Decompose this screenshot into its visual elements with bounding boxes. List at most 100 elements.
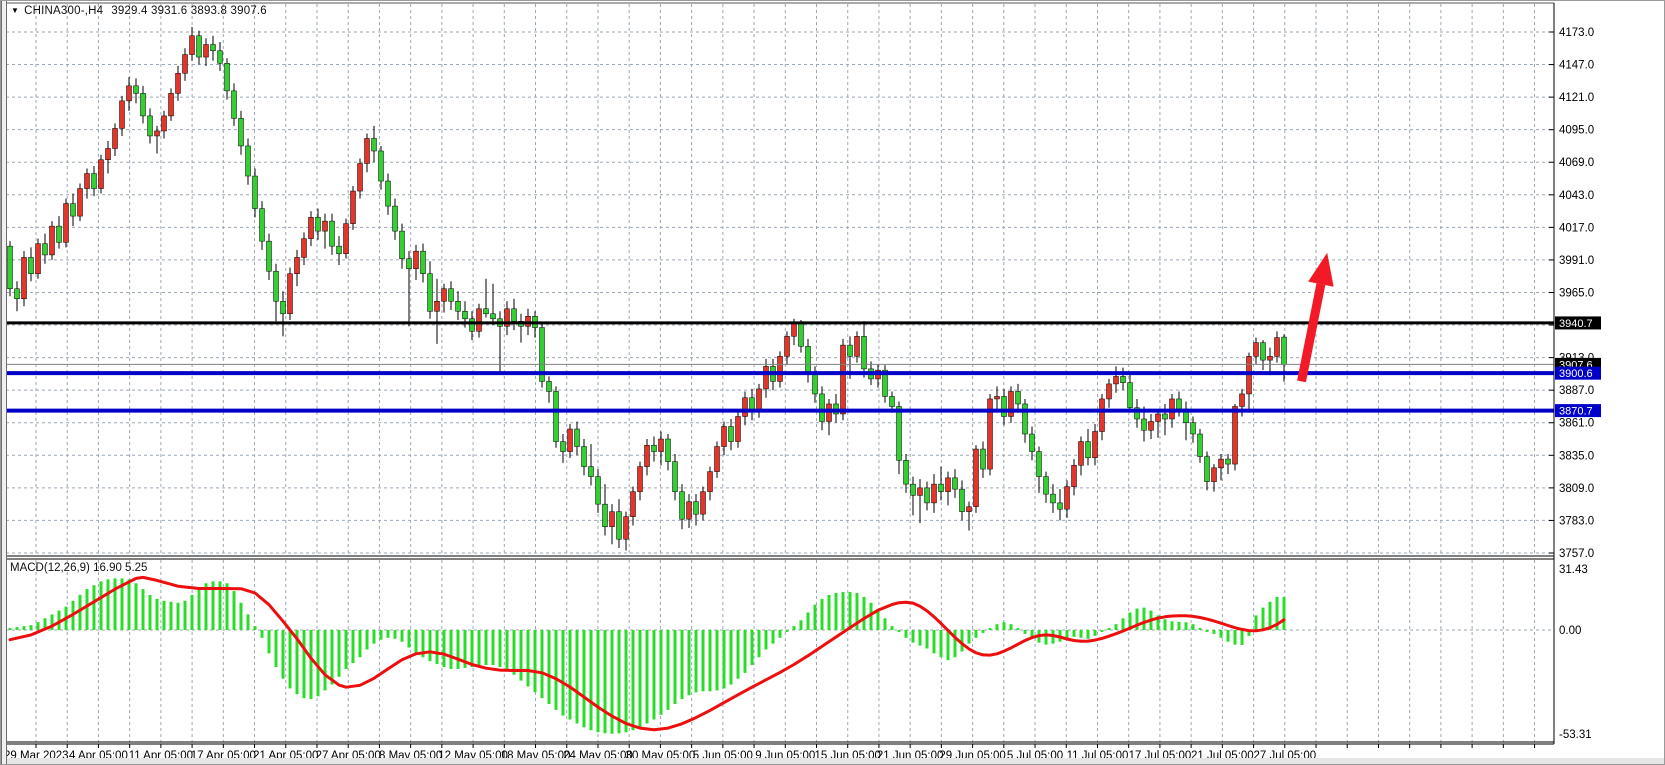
candle-up	[659, 439, 664, 452]
y-axis-label: 3835.0	[1559, 450, 1594, 462]
y-axis-label: 4147.0	[1559, 60, 1594, 72]
candle-up	[792, 324, 797, 337]
candle-up	[1219, 459, 1224, 468]
candle-down	[428, 274, 433, 312]
candle-up	[85, 174, 90, 189]
candle-down	[680, 492, 685, 520]
candle-down	[134, 86, 139, 94]
candle-up	[106, 148, 111, 159]
y-axis: 4173.04147.04121.04095.04069.04043.04017…	[1549, 27, 1594, 741]
candle-up	[1247, 356, 1252, 394]
candle-up	[183, 55, 188, 74]
y-axis-label: 4043.0	[1559, 190, 1594, 202]
candle-up	[610, 512, 615, 527]
candle-down	[547, 381, 552, 391]
candle-up	[1233, 406, 1238, 464]
candle-down	[925, 488, 930, 503]
candle-down	[1016, 391, 1021, 404]
candle-down	[281, 301, 286, 314]
candle-down	[148, 116, 153, 136]
candle-down	[484, 309, 489, 314]
candle-up	[78, 189, 83, 217]
candle-down	[799, 324, 804, 347]
candle-down	[197, 36, 202, 57]
candle-down	[890, 396, 895, 406]
arrow-head	[1308, 253, 1333, 287]
y-axis-label: 3861.0	[1559, 418, 1594, 430]
y-axis-label: 3887.0	[1559, 385, 1594, 397]
candle-up	[1107, 384, 1112, 399]
candle-down	[694, 502, 699, 515]
candle-down	[225, 63, 230, 91]
candle-up	[1275, 338, 1280, 357]
candle-up	[645, 445, 650, 466]
candle-up	[169, 93, 174, 116]
candle-up	[1254, 343, 1259, 357]
candle-down	[1191, 423, 1196, 434]
candle-up	[701, 492, 706, 515]
candle-down	[666, 439, 671, 462]
candle-down	[848, 345, 853, 356]
candle-down	[43, 244, 48, 255]
candle-down	[15, 289, 20, 299]
candle-up	[204, 45, 209, 58]
candle-down	[71, 204, 76, 217]
candle-down	[449, 289, 454, 302]
candle-up	[1240, 394, 1245, 407]
candle-down	[260, 209, 265, 242]
candle-up	[995, 396, 1000, 399]
candle-up	[295, 257, 300, 273]
candle-down	[316, 217, 321, 231]
candle-up	[162, 116, 167, 131]
macd-indicator-label: MACD(12,26,9) 16.90 5.25	[10, 562, 147, 574]
y-axis-label: 3965.0	[1559, 287, 1594, 299]
candle-up	[155, 131, 160, 136]
candle-down	[652, 445, 657, 451]
price-badge-label: 3870.7	[1559, 406, 1593, 418]
candle-down	[386, 181, 391, 206]
candle-up	[568, 429, 573, 452]
candle-up	[414, 251, 419, 269]
candle-up	[1149, 421, 1154, 430]
candle-down	[239, 118, 244, 146]
candle-down	[1177, 399, 1182, 409]
candle-up	[99, 160, 104, 189]
candle-up	[736, 416, 741, 441]
candle-down	[939, 484, 944, 492]
candle-down	[554, 391, 559, 441]
candle-up	[302, 239, 307, 258]
candle-down	[267, 241, 272, 271]
candle-down	[820, 394, 825, 422]
trend-arrow[interactable]	[1302, 253, 1334, 382]
candle-down	[1261, 343, 1266, 361]
symbol-dropdown-icon[interactable]: ▼	[11, 6, 19, 15]
candle-up	[288, 274, 293, 314]
candle-up	[1009, 391, 1014, 416]
candle-down	[232, 91, 237, 119]
candle-down	[337, 246, 342, 254]
candle-down	[421, 251, 426, 274]
candle-down	[456, 301, 461, 311]
candle-up	[1212, 468, 1217, 482]
candle-down	[393, 206, 398, 231]
candle-up	[1268, 356, 1273, 360]
candle-up	[22, 257, 27, 298]
candles	[8, 27, 1287, 551]
candle-down	[1030, 434, 1035, 452]
candle-down	[463, 311, 468, 319]
candle-down	[897, 406, 902, 460]
candle-up	[113, 128, 118, 148]
price-badge-label: 3940.7	[1559, 318, 1593, 330]
candle-down	[253, 176, 258, 209]
candlestick-chart-canvas[interactable]: 4173.04147.04121.04095.04069.04043.04017…	[1, 1, 1665, 765]
candle-down	[491, 314, 496, 319]
candle-up	[932, 484, 937, 503]
candle-down	[512, 309, 517, 322]
candle-down	[57, 226, 62, 242]
candle-down	[960, 489, 965, 512]
candle-down	[379, 151, 384, 181]
candle-down	[1205, 457, 1210, 482]
candle-up	[1079, 442, 1084, 466]
candle-down	[330, 221, 335, 246]
candle-up	[64, 204, 69, 243]
